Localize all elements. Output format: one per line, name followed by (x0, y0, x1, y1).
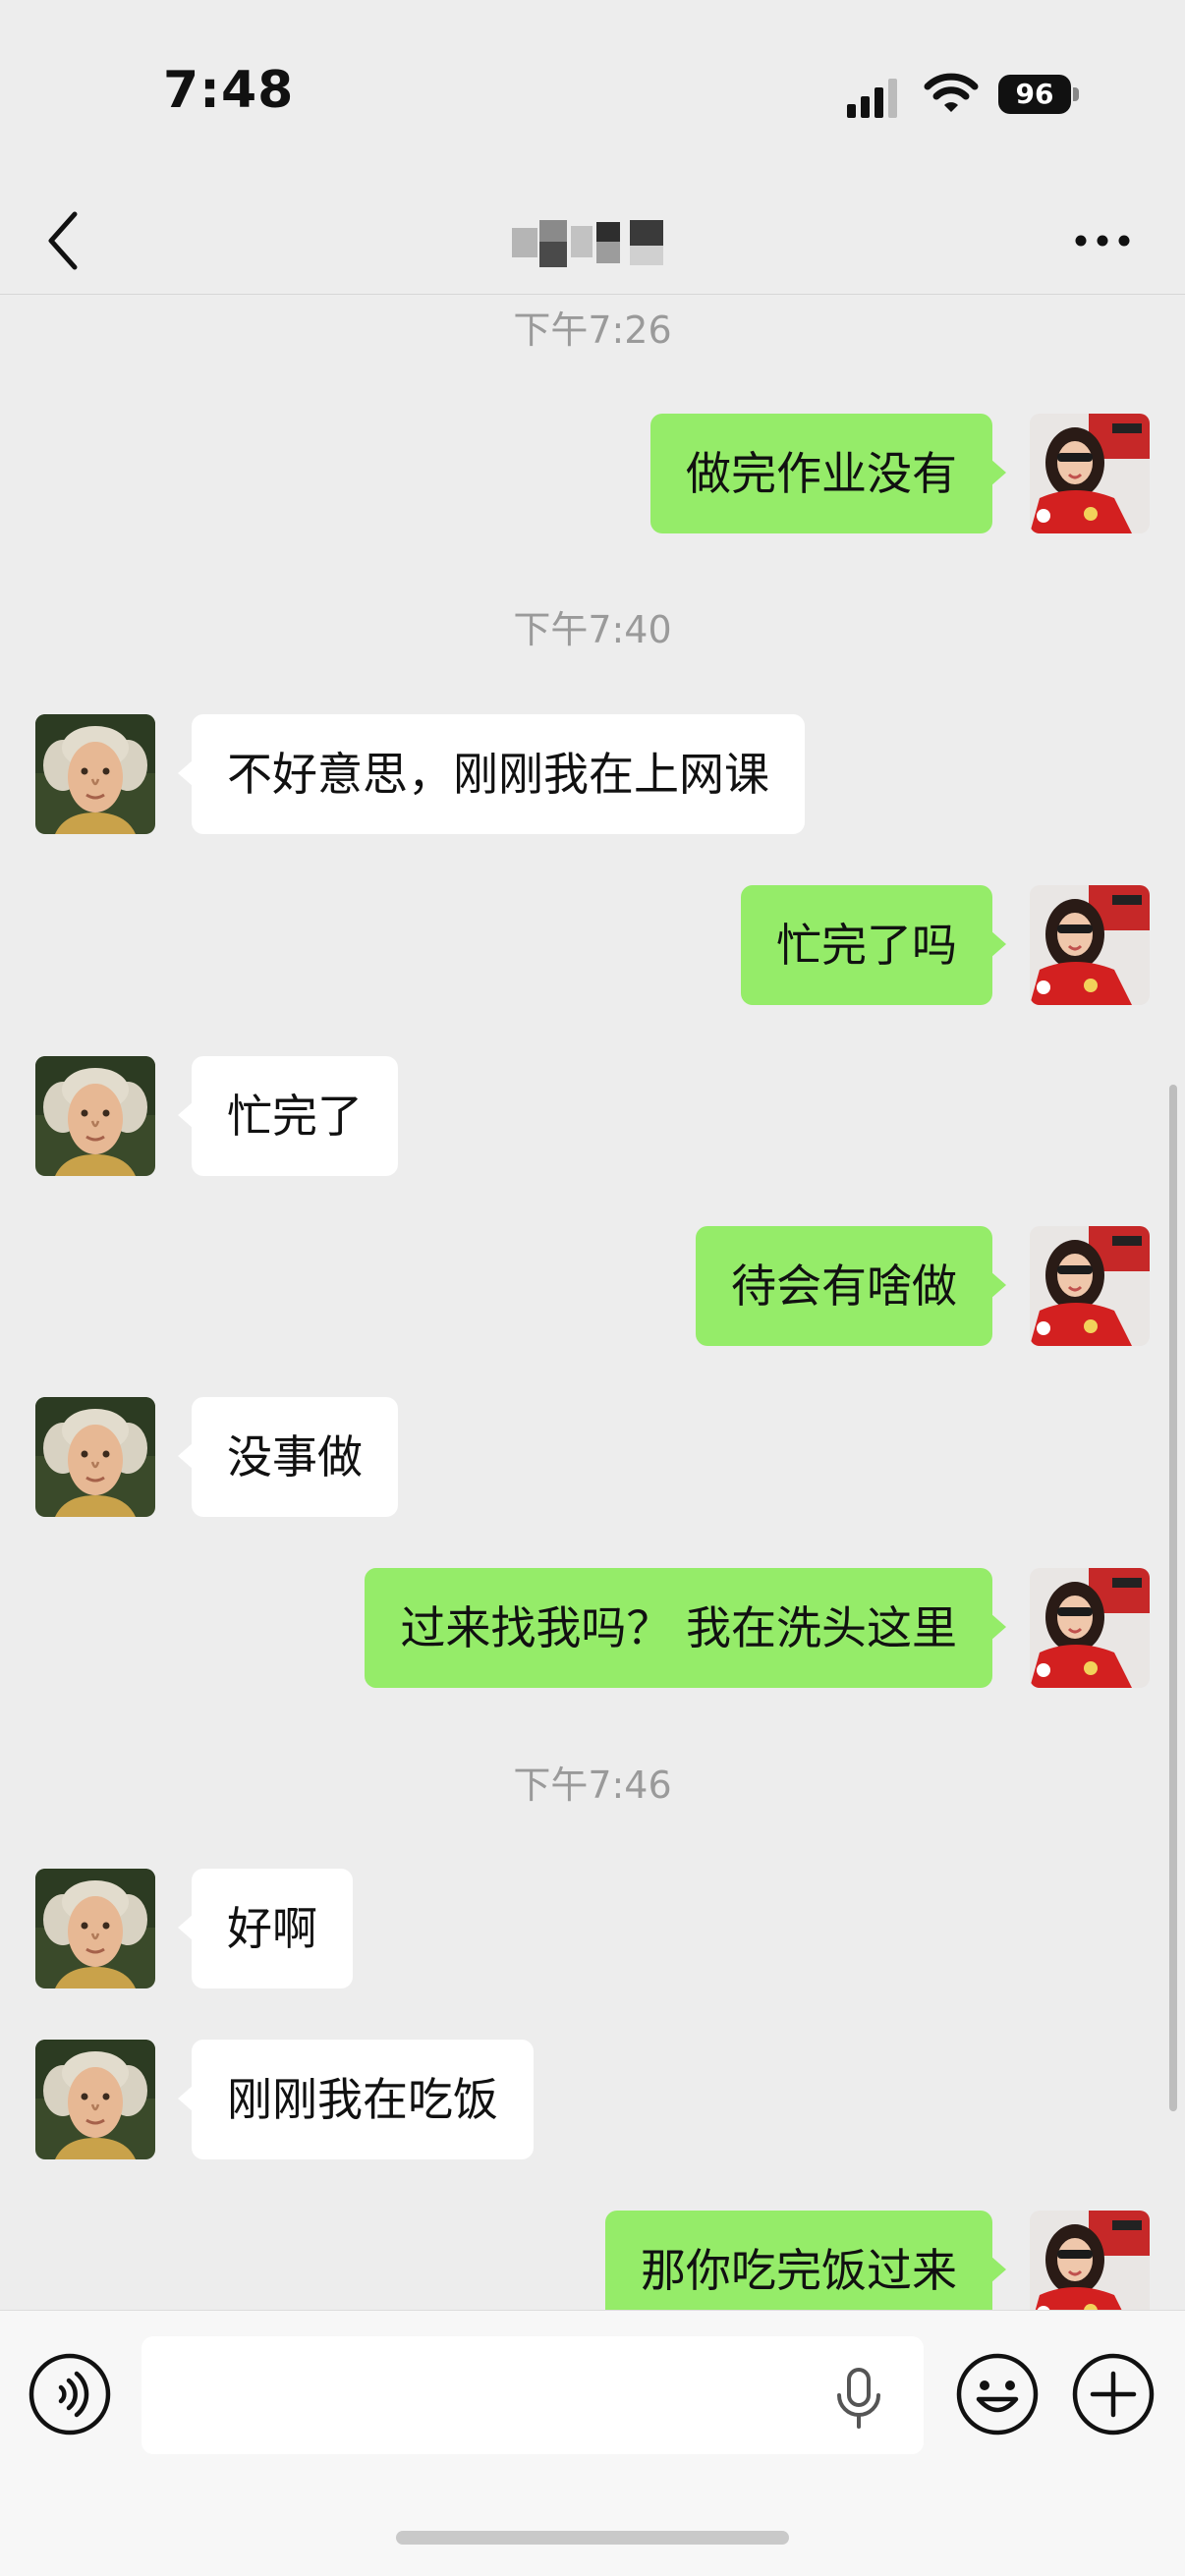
signal-icon (847, 79, 897, 118)
chat-title-redacted (504, 212, 681, 269)
incoming-message[interactable]: 不好意思，刚刚我在上网课 (178, 714, 805, 834)
avatar[interactable] (1030, 414, 1150, 533)
emoji-icon[interactable] (955, 2352, 1040, 2436)
voice-icon[interactable] (28, 2352, 112, 2436)
avatar[interactable] (35, 2040, 155, 2159)
incoming-message[interactable]: 刚刚我在吃饭 (178, 2040, 534, 2159)
battery-icon: 96 (998, 75, 1079, 114)
outgoing-message[interactable]: 做完作业没有 (650, 414, 1006, 533)
timestamp: 下午7:26 (513, 308, 672, 352)
outgoing-message[interactable]: 那你吃完饭过来 (605, 2211, 1006, 2310)
input-bar (0, 2310, 1185, 2576)
avatar[interactable] (1030, 1568, 1150, 1688)
status-bar: 7:48 96 (0, 0, 1185, 187)
avatar[interactable] (1030, 2211, 1150, 2310)
outgoing-message[interactable]: 忙完了吗 (741, 885, 1006, 1005)
avatar[interactable] (1030, 885, 1150, 1005)
wifi-icon (924, 73, 979, 112)
avatar[interactable] (35, 714, 155, 834)
outgoing-message[interactable]: 待会有啥做 (696, 1226, 1006, 1346)
outgoing-message[interactable]: 过来找我吗？ 我在洗头这里 (365, 1568, 1006, 1688)
incoming-message[interactable]: 忙完了 (178, 1056, 398, 1176)
back-icon[interactable] (43, 208, 83, 273)
mic-icon[interactable] (833, 2366, 884, 2431)
chat-header (0, 187, 1185, 295)
incoming-message[interactable]: 好啊 (178, 1869, 353, 1988)
avatar[interactable] (1030, 1226, 1150, 1346)
timestamp: 下午7:40 (513, 608, 672, 651)
more-icon[interactable] (1073, 228, 1132, 253)
timestamp: 下午7:46 (513, 1764, 672, 1807)
message-input[interactable] (141, 2336, 924, 2454)
avatar[interactable] (35, 1869, 155, 1988)
home-indicator (396, 2531, 789, 2545)
incoming-message[interactable]: 没事做 (178, 1397, 398, 1517)
avatar[interactable] (35, 1056, 155, 1176)
avatar[interactable] (35, 1397, 155, 1517)
plus-icon[interactable] (1071, 2352, 1156, 2436)
chat-messages[interactable]: 下午7:26 做完作业没有 下午7:40 不好意思，刚刚我在上网课 忙完了吗 忙… (0, 296, 1185, 2310)
battery-level: 96 (1015, 78, 1054, 110)
status-time: 7:48 (163, 61, 295, 120)
chat-scrollbar[interactable] (1169, 1085, 1177, 2111)
